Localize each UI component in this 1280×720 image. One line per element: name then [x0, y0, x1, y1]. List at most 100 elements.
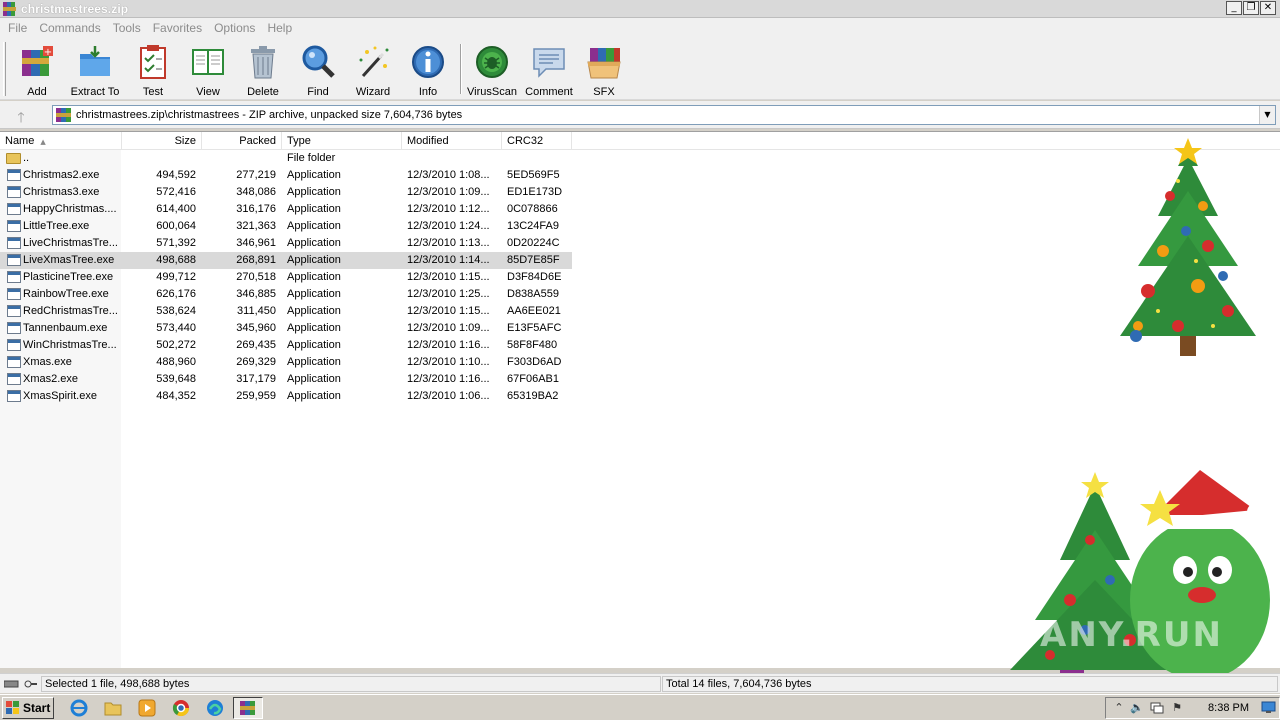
file-explorer-icon[interactable]	[104, 699, 122, 717]
file-packed: 270,518	[236, 271, 276, 283]
view-button[interactable]: View	[180, 42, 236, 98]
sfx-button[interactable]: SFX	[576, 42, 632, 98]
taskbar-winrar-button[interactable]	[233, 697, 263, 719]
file-crc32: D3F84D6E	[507, 271, 562, 283]
info-icon	[410, 44, 446, 80]
table-row[interactable]: .. File folder	[0, 150, 572, 167]
chrome-icon[interactable]	[172, 699, 190, 717]
address-path: christmastrees.zip\christmastrees - ZIP …	[76, 109, 463, 121]
winrar-app-icon	[3, 1, 17, 16]
close-button[interactable]: ✕	[1260, 1, 1276, 15]
network-icon[interactable]	[1150, 701, 1164, 715]
file-size: 484,352	[156, 390, 196, 402]
add-button[interactable]: + Add	[9, 42, 65, 98]
delete-button[interactable]: Delete	[235, 42, 291, 98]
virusscan-icon	[474, 44, 510, 80]
table-row-selected[interactable]: LiveXmasTree.exe 498,688 268,891 Applicatio…	[0, 252, 572, 269]
menu-options[interactable]: Options	[208, 21, 261, 35]
virusscan-button[interactable]: VirusScan	[464, 42, 520, 98]
table-row[interactable]: RainbowTree.exe 626,176 346,885 Application…	[0, 286, 572, 303]
column-header-modified[interactable]: Modified	[402, 132, 502, 150]
menu-tools[interactable]: Tools	[107, 21, 147, 35]
column-header-size[interactable]: Size	[122, 132, 202, 150]
file-size	[122, 150, 196, 167]
restore-button[interactable]: ❐	[1243, 1, 1259, 15]
menu-commands[interactable]: Commands	[33, 21, 106, 35]
status-selection: Selected 1 file, 498,688 bytes	[41, 676, 661, 692]
column-header-crc32[interactable]: CRC32	[502, 132, 572, 150]
file-name: RainbowTree.exe	[23, 288, 109, 300]
table-row[interactable]: Xmas.exe 488,960 269,329 Application 12/3/20…	[0, 354, 572, 371]
up-arrow-icon[interactable]: 🡑	[10, 107, 32, 126]
table-row[interactable]: LiveChristmasTre... 571,392 346,961 Applica…	[0, 235, 572, 252]
file-type: Application	[287, 254, 341, 266]
file-crc32: 0C078866	[507, 203, 558, 215]
file-modified: 12/3/2010 1:24...	[407, 220, 490, 232]
column-header-name-label: Name	[5, 135, 35, 147]
table-row[interactable]: Christmas3.exe 572,416 348,086 Application 1…	[0, 184, 572, 201]
archive-icon	[56, 108, 72, 122]
file-name: XmasSpirit.exe	[23, 390, 97, 402]
table-row[interactable]: Xmas2.exe 539,648 317,179 Application 12/3/2…	[0, 371, 572, 388]
table-row[interactable]: Tannenbaum.exe 573,440 345,960 Application 1…	[0, 320, 572, 337]
address-dropdown-icon[interactable]: ▼	[1259, 106, 1275, 124]
table-row[interactable]: WinChristmasTre... 502,272 269,435 Applicat…	[0, 337, 572, 354]
executable-file-icon	[7, 254, 21, 266]
menu-help[interactable]: Help	[261, 21, 298, 35]
minimize-button[interactable]: _	[1226, 1, 1242, 15]
file-type: Application	[287, 373, 341, 385]
executable-file-icon	[7, 203, 21, 215]
volume-icon[interactable]: 🔈	[1130, 701, 1144, 715]
show-desktop-icon[interactable]	[1261, 700, 1276, 714]
toolbar-grip[interactable]	[3, 42, 6, 96]
tray-expand-icon[interactable]: ⌃	[1112, 701, 1126, 715]
table-row[interactable]: LittleTree.exe 600,064 321,363 Application 1…	[0, 218, 572, 235]
table-row[interactable]: HappyChristmas.... 614,400 316,176 Applicat…	[0, 201, 572, 218]
file-name: PlasticineTree.exe	[23, 271, 114, 283]
info-button[interactable]: Info	[400, 42, 456, 98]
file-crc32: ED1E173D	[507, 186, 563, 198]
executable-file-icon	[7, 322, 21, 334]
edge-icon[interactable]	[206, 699, 224, 717]
file-type: Application	[287, 220, 341, 232]
wizard-button[interactable]: Wizard	[345, 42, 401, 98]
find-button[interactable]: Find	[290, 42, 346, 98]
internet-explorer-icon[interactable]	[70, 699, 88, 717]
action-center-flag-icon[interactable]: ⚑	[1170, 701, 1184, 715]
column-header-packed[interactable]: Packed	[202, 132, 282, 150]
file-type: Application	[287, 271, 341, 283]
comment-button[interactable]: Comment	[521, 42, 577, 98]
file-crc32: 65319BA2	[507, 390, 559, 402]
table-row[interactable]: RedChristmasTre... 538,624 311,450 Applicat…	[0, 303, 572, 320]
status-total: Total 14 files, 7,604,736 bytes	[662, 676, 1278, 692]
table-row[interactable]: XmasSpirit.exe 484,352 259,959 Application 1…	[0, 388, 572, 405]
file-name: WinChristmasTre...	[23, 339, 117, 351]
test-button[interactable]: Test	[125, 42, 181, 98]
menu-file[interactable]: File	[2, 21, 33, 35]
view-label: View	[196, 86, 220, 98]
file-type: Application	[287, 356, 341, 368]
executable-file-icon	[7, 186, 21, 198]
file-packed: 316,176	[236, 203, 276, 215]
file-packed	[202, 150, 276, 167]
file-type: Application	[287, 390, 341, 402]
media-player-icon[interactable]	[138, 699, 156, 717]
file-crc32: 13C24FA9	[507, 220, 559, 232]
menu-bar: File Commands Tools Favorites Options He…	[0, 18, 1280, 38]
table-row[interactable]: PlasticineTree.exe 499,712 270,518 Applicat…	[0, 269, 572, 286]
file-type: Application	[287, 186, 341, 198]
add-icon: +	[19, 44, 55, 80]
file-modified: 12/3/2010 1:14...	[407, 254, 490, 266]
file-modified: 12/3/2010 1:15...	[407, 305, 490, 317]
address-field[interactable]: christmastrees.zip\christmastrees - ZIP …	[52, 105, 1276, 125]
start-button[interactable]: Start	[2, 697, 54, 719]
menu-favorites[interactable]: Favorites	[147, 21, 208, 35]
drive-key-icon[interactable]	[3, 679, 38, 689]
column-header-name[interactable]: Name ▲	[0, 132, 122, 150]
column-header-type[interactable]: Type	[282, 132, 402, 150]
extract-to-button[interactable]: Extract To	[67, 42, 123, 98]
table-row[interactable]: Christmas2.exe 494,592 277,219 Application 1…	[0, 167, 572, 184]
file-modified: 12/3/2010 1:16...	[407, 373, 490, 385]
file-crc32: 0D20224C	[507, 237, 560, 249]
test-label: Test	[142, 86, 164, 98]
